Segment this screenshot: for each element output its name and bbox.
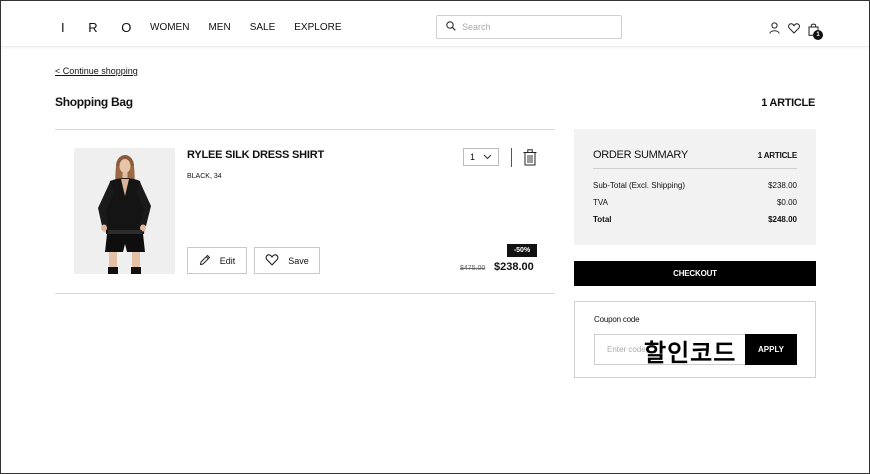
trash-icon[interactable]	[523, 149, 537, 171]
total-value: $248.00	[768, 215, 797, 224]
tva-value: $0.00	[776, 198, 797, 207]
coupon-overlay-caption: 할인코드	[644, 339, 737, 367]
save-label: Save	[288, 255, 309, 266]
sale-price: $238.00	[494, 261, 534, 273]
quantity-select[interactable]: 1	[463, 148, 499, 166]
heart-icon[interactable]	[788, 21, 800, 39]
edit-button[interactable]: Edit	[187, 247, 247, 274]
total-row: Total $248.00	[593, 215, 797, 224]
article-count: 1 ARTICLE	[761, 97, 815, 109]
vertical-divider	[511, 148, 512, 167]
search-box[interactable]	[436, 15, 622, 39]
checkout-button[interactable]: CHECKOUT	[574, 261, 816, 286]
tva-label: TVA	[593, 198, 608, 207]
nav-sale[interactable]: SALE	[250, 22, 276, 33]
continue-shopping-link[interactable]: < Continue shopping	[55, 66, 138, 76]
pencil-icon	[199, 254, 211, 268]
nav-explore[interactable]: EXPLORE	[294, 22, 341, 33]
edit-label: Edit	[219, 255, 236, 266]
main-nav: WOMEN MEN SALE EXPLORE	[150, 22, 342, 33]
product-image[interactable]	[74, 148, 175, 274]
search-input[interactable]	[462, 22, 612, 32]
user-icon[interactable]	[769, 21, 780, 39]
subtotal-label: Sub-Total (Excl. Shipping)	[593, 181, 686, 190]
bag-count-badge: 1	[813, 30, 823, 40]
page-title: Shopping Bag	[55, 95, 133, 109]
product-name[interactable]: RYLEE SILK DRESS SHIRT	[187, 149, 324, 161]
product-variant: BLACK, 34	[187, 173, 222, 180]
divider	[593, 168, 797, 169]
chevron-down-icon	[483, 152, 492, 162]
divider	[55, 293, 555, 294]
site-header: I R O WOMEN MEN SALE EXPLORE 1	[1, 1, 869, 47]
order-summary-count: 1 ARTICLE	[757, 151, 797, 160]
nav-women[interactable]: WOMEN	[150, 22, 189, 33]
divider	[55, 129, 555, 130]
discount-badge: -50%	[507, 244, 537, 257]
header-icons: 1	[769, 21, 823, 40]
shopping-bag-icon[interactable]: 1	[808, 23, 823, 40]
search-icon	[446, 18, 456, 36]
order-summary: ORDER SUMMARY 1 ARTICLE Sub-Total (Excl.…	[574, 129, 816, 245]
nav-men[interactable]: MEN	[208, 22, 230, 33]
tva-row: TVA $0.00	[593, 198, 797, 207]
original-price: $475.00	[460, 265, 486, 272]
quantity-value: 1	[470, 152, 476, 162]
save-button[interactable]: Save	[254, 247, 320, 274]
coupon-label: Coupon code	[594, 315, 640, 324]
order-summary-title: ORDER SUMMARY	[593, 149, 688, 161]
apply-button[interactable]: APPLY	[745, 334, 797, 365]
brand-logo[interactable]: I R O	[61, 20, 141, 35]
subtotal-value: $238.00	[768, 181, 797, 190]
total-label: Total	[593, 215, 612, 224]
heart-icon	[265, 253, 279, 268]
subtotal-row: Sub-Total (Excl. Shipping) $238.00	[593, 181, 797, 190]
